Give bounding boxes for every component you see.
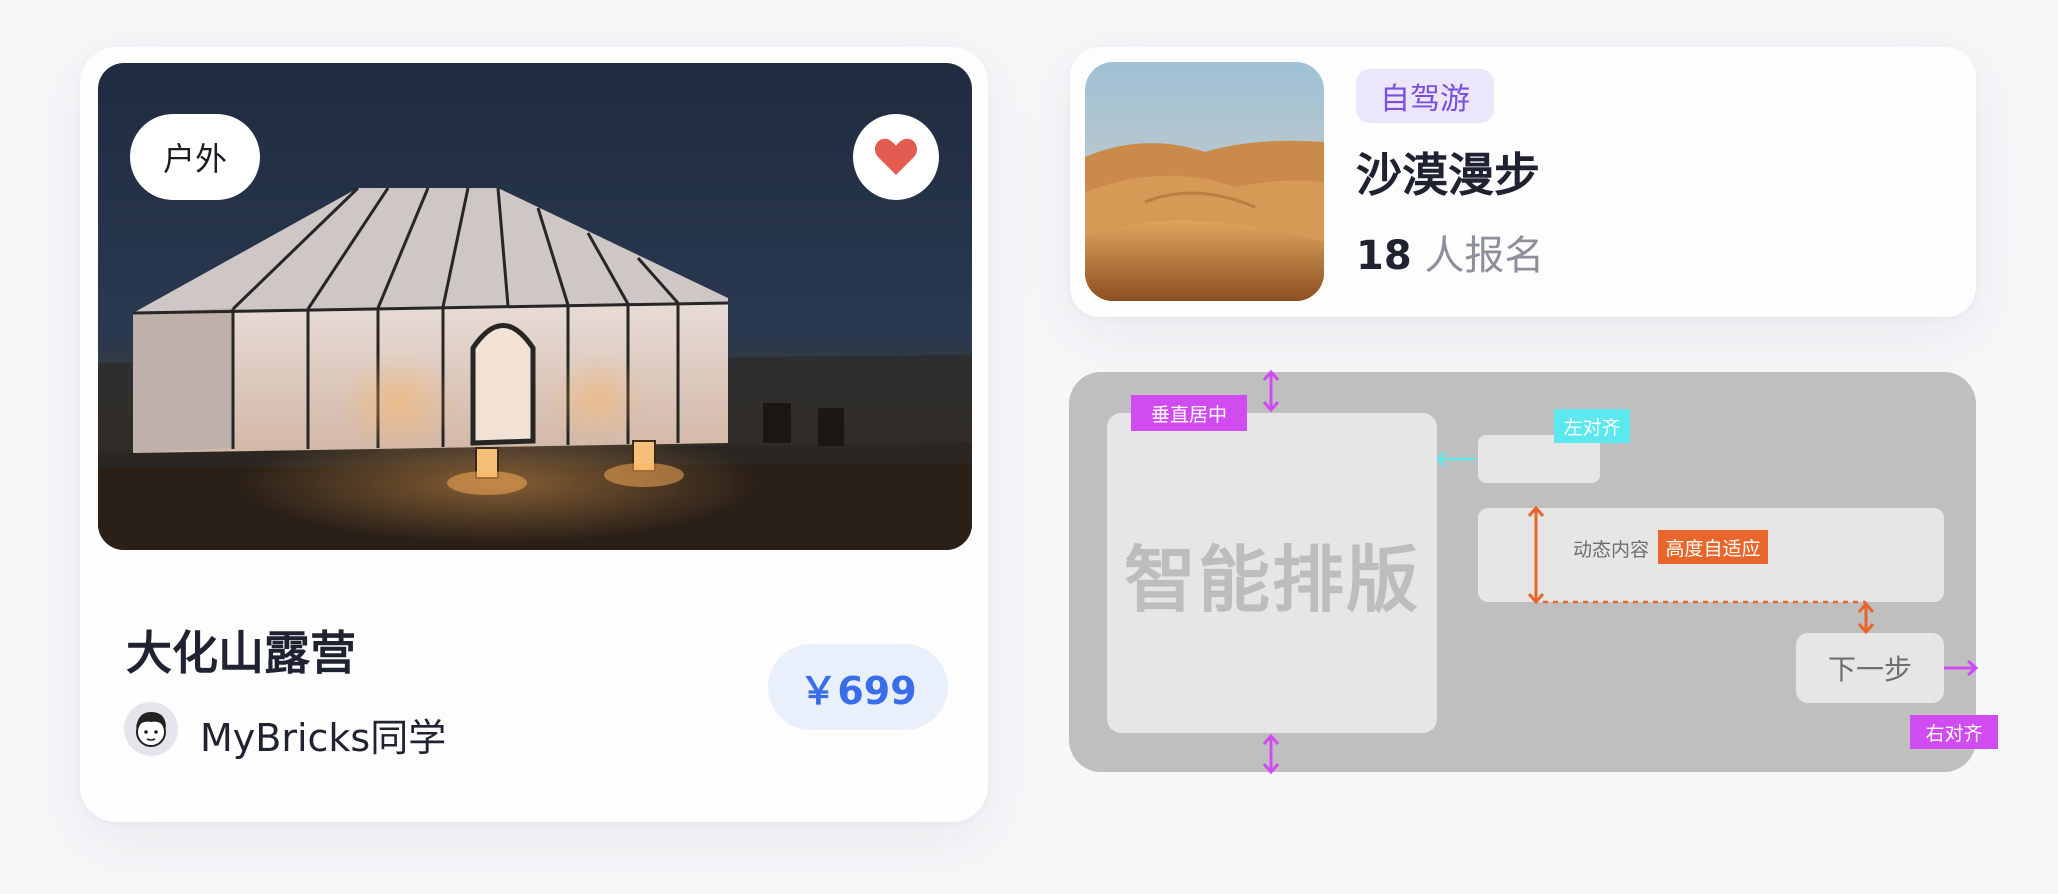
- left-align-arrow: [1436, 451, 1476, 467]
- height-auto-arrows: [1527, 505, 1875, 635]
- vertical-center-arrows: [1262, 369, 1979, 775]
- layout-guides: [1262, 369, 1979, 775]
